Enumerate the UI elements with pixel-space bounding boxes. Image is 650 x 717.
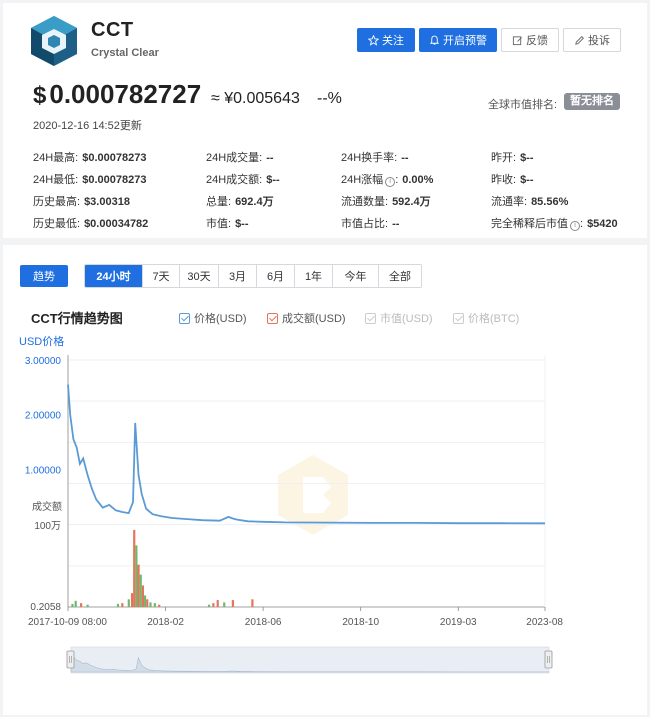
stat-market-share: 市值占比: -- bbox=[341, 218, 400, 230]
y-tick-label: 3.00000 bbox=[25, 356, 62, 367]
volume-bar bbox=[141, 585, 145, 607]
stat-yesterday-close: 昨收: $-- bbox=[491, 174, 534, 186]
volume-bar bbox=[146, 599, 149, 607]
report-button-label: 投诉 bbox=[588, 35, 610, 47]
volume-bar bbox=[251, 599, 254, 607]
stat-24h-high: 24H最高: $0.00078273 bbox=[33, 152, 147, 164]
x-tick-label: 2019-03 bbox=[440, 617, 477, 628]
x-tick-label: 2018-06 bbox=[245, 617, 282, 628]
volume-bar bbox=[130, 593, 134, 607]
coin-symbol: CCT bbox=[91, 19, 134, 41]
volume-bar bbox=[149, 602, 152, 607]
volume-bar bbox=[207, 604, 211, 607]
pencil-icon bbox=[575, 35, 584, 45]
range-navigator[interactable] bbox=[66, 646, 553, 674]
stat-yesterday-open: 昨开: $-- bbox=[491, 152, 534, 164]
stat-24h-amount: 24H成交额: $-- bbox=[206, 174, 280, 186]
y-tick-label: 2.00000 bbox=[25, 411, 62, 422]
stat-24h-turnover: 24H换手率: -- bbox=[341, 152, 409, 164]
stat-market-cap: 市值: $-- bbox=[206, 218, 249, 230]
cny-price: ≈ ¥0.005643 bbox=[211, 90, 300, 107]
volume-axis-title: 成交额 bbox=[32, 500, 62, 513]
volume-bar bbox=[127, 599, 130, 607]
stat-circulation-rate: 流通率: 85.56% bbox=[491, 196, 569, 208]
volume-bar bbox=[86, 604, 89, 607]
volume-bar bbox=[223, 602, 226, 607]
x-tick-label: 2023-08 bbox=[526, 617, 563, 628]
price-alert-button[interactable]: 开启预警 bbox=[419, 28, 497, 52]
update-time: 2020-12-16 14:52更新 bbox=[33, 120, 142, 132]
stat-24h-amplitude: 24H涨幅 i:0.00% bbox=[341, 174, 434, 187]
edit-icon bbox=[512, 35, 522, 45]
volume-bar bbox=[116, 603, 120, 607]
volume-bar bbox=[143, 595, 147, 607]
volume-bar bbox=[80, 603, 83, 607]
feedback-button-label: 反馈 bbox=[526, 35, 548, 47]
price-change: --% bbox=[317, 90, 342, 107]
stat-fully-diluted-cap: 完全稀释后市值 i: $5420 bbox=[491, 218, 618, 231]
volume-tick-label: 100万 bbox=[34, 521, 61, 532]
global-rank-badge: 暂无排名 bbox=[564, 93, 620, 110]
volume-bar bbox=[121, 603, 124, 607]
info-icon[interactable]: i bbox=[570, 221, 580, 231]
follow-button-label: 关注 bbox=[382, 35, 404, 47]
volume-bar bbox=[137, 564, 140, 607]
usd-price: $0.000782727 bbox=[33, 79, 202, 109]
volume-bar bbox=[216, 600, 219, 607]
price-alert-button-label: 开启预警 bbox=[443, 35, 487, 47]
report-button[interactable]: 投诉 bbox=[563, 28, 621, 52]
x-tick-label: 2017-10-09 08:00 bbox=[28, 617, 107, 628]
stat-all-time-low: 历史最低: $0.00034782 bbox=[33, 218, 149, 230]
stat-circulating-supply: 流通数量: 592.4万 bbox=[341, 196, 431, 208]
coin-logo-icon bbox=[31, 16, 77, 66]
coin-summary-card: CCT Crystal Clear 关注 开启预警 反馈 投诉 $0.00078… bbox=[3, 3, 647, 238]
x-tick-label: 2018-02 bbox=[147, 617, 184, 628]
trend-chart[interactable]: USD价格 3.00000 2.00000 1.00000 成交额 100万 0.2058 2… bbox=[3, 245, 647, 715]
volume-bar bbox=[139, 574, 142, 607]
stat-24h-low: 24H最低: $0.00078273 bbox=[33, 174, 147, 186]
volume-bar bbox=[153, 603, 156, 607]
volume-tick-label: 0.2058 bbox=[30, 602, 61, 613]
global-rank-label: 全球市值排名: bbox=[488, 99, 558, 111]
follow-button[interactable]: 关注 bbox=[357, 28, 415, 52]
trend-chart-card: 趋势 24小时 7天 30天 3月 6月 1年 今年 全部 CCT行情趋势图 价… bbox=[3, 245, 647, 715]
stat-all-time-high: 历史最高: $3.00318 bbox=[33, 196, 130, 208]
volume-bar bbox=[133, 530, 136, 607]
volume-bar bbox=[231, 600, 234, 607]
coin-full-name: Crystal Clear bbox=[91, 47, 159, 59]
info-icon[interactable]: i bbox=[385, 177, 396, 187]
stat-24h-volume: 24H成交量: -- bbox=[206, 152, 274, 164]
volume-bar bbox=[74, 600, 77, 607]
navigator-right-handle[interactable] bbox=[544, 650, 553, 669]
feedback-button[interactable]: 反馈 bbox=[501, 28, 559, 52]
volume-bar bbox=[135, 545, 138, 607]
volume-bar bbox=[71, 603, 74, 607]
bell-icon bbox=[429, 35, 440, 45]
x-tick-label: 2018-10 bbox=[342, 617, 379, 628]
y-tick-label: 1.00000 bbox=[25, 465, 62, 476]
volume-bar bbox=[158, 604, 161, 607]
volume-bar bbox=[212, 603, 215, 607]
stat-total-supply: 总量: 692.4万 bbox=[206, 196, 274, 208]
navigator-left-handle[interactable] bbox=[66, 650, 75, 669]
star-icon bbox=[368, 34, 379, 46]
volume-bars bbox=[71, 530, 254, 607]
y-axis-title: USD价格 bbox=[19, 334, 64, 348]
